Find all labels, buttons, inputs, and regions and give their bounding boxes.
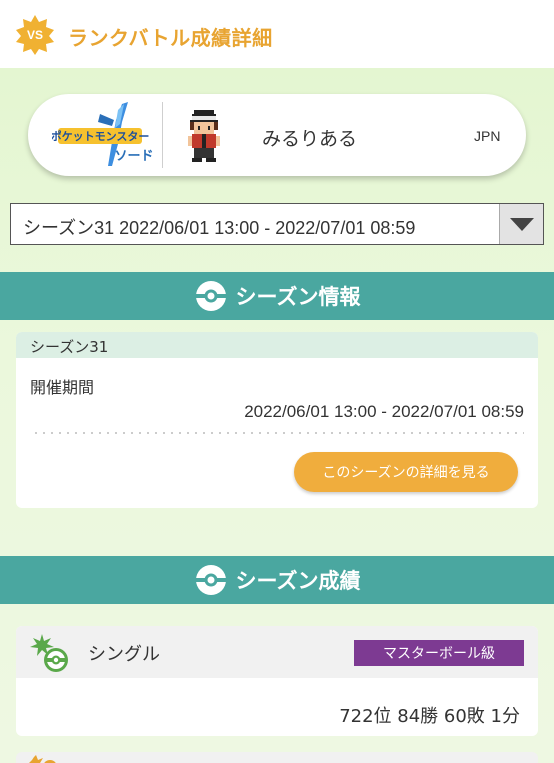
season-info-card: シーズン31 開催期間 2022/06/01 13:00 - 2022/07/0… [16,332,538,508]
game-logo-text-top: ポケットモンスター [52,129,149,143]
pokeball-icon [194,563,228,597]
season-name: シーズン31 [16,332,538,358]
next-record-card [16,752,538,763]
player-name: みるりある [262,128,358,150]
vs-badge-icon: VS [14,14,56,56]
chevron-down-icon[interactable] [499,204,543,244]
vs-badge-text: VS [26,28,43,42]
season-results-title: シーズン成績 [235,569,361,593]
game-logo-text-bottom: ソード [114,149,153,164]
app-header: VS ランクバトル成績詳細 [0,0,554,70]
season-info-title: シーズン情報 [235,285,361,309]
player-region: JPN [474,128,501,144]
profile-divider [162,102,163,168]
player-profile-card: ポケットモンスター ソード みるりある JPN [28,94,526,176]
singles-battle-icon [28,632,72,674]
period-label: 開催期間 [30,378,95,397]
season-results-header: シーズン成績 [0,556,554,604]
dotted-divider [32,432,524,434]
page-title: ランクバトル成績詳細 [68,26,273,50]
battle-format-label: シングル [88,644,160,665]
rank-class-badge: マスターボール級 [354,640,524,666]
season-info-header: シーズン情報 [0,272,554,320]
record-result: 722位 84勝 60敗 1分 [339,706,520,727]
trainer-sprite-icon [182,108,226,164]
season-detail-button[interactable]: このシーズンの詳細を見る [294,452,518,492]
pokemon-sword-logo-icon: ポケットモンスター ソード [51,100,164,170]
singles-record-card: シングル マスターボール級 722位 84勝 60敗 1分 [16,626,538,736]
season-select-dropdown[interactable]: シーズン31 2022/06/01 13:00 - 2022/07/01 08:… [10,203,544,245]
period-value: 2022/06/01 13:00 - 2022/07/01 08:59 [244,402,524,421]
doubles-battle-icon [28,754,58,763]
season-select-value: シーズン31 2022/06/01 13:00 - 2022/07/01 08:… [23,218,416,238]
record-header: シングル マスターボール級 [16,626,538,678]
pokeball-icon [194,279,228,313]
